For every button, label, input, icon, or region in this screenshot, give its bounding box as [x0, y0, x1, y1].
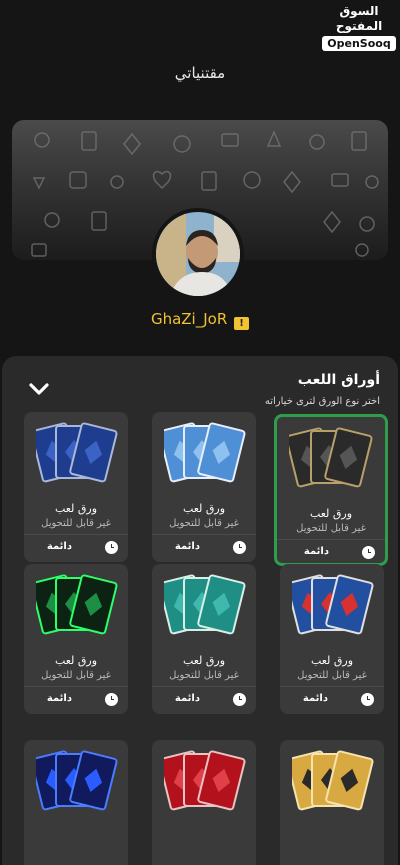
warning-icon: !: [234, 317, 250, 330]
card-item-teal[interactable]: ورق لعب غير قابل للتحويل دائمة: [152, 564, 256, 714]
card-name: ورق لعب: [182, 502, 226, 515]
clock-icon: [233, 693, 246, 706]
username: GhaZi_JoR: [150, 310, 228, 328]
card-transfer-note: غير قابل للتحويل: [41, 518, 111, 529]
card-deck-art: [164, 574, 246, 635]
clock-icon: [233, 541, 246, 554]
card-deck-art: [164, 750, 246, 811]
card-deck-art: [36, 750, 118, 811]
card-duration: دائمة: [46, 693, 72, 704]
card-duration: دائمة: [303, 546, 329, 557]
card-footer: دائمة: [277, 544, 385, 564]
card-footer: دائمة: [24, 539, 128, 559]
card-divider: [152, 534, 256, 535]
card-item-blue-red[interactable]: ورق لعب غير قابل للتحويل دائمة: [280, 564, 384, 714]
card-divider: [152, 686, 256, 687]
card-item-black[interactable]: ورق لعب غير قابل للتحويل دائمة: [274, 414, 388, 566]
card-deck-art: [292, 750, 374, 811]
card-item-light-blue[interactable]: ورق لعب غير قابل للتحويل دائمة: [152, 412, 256, 562]
clock-icon: [105, 541, 118, 554]
card-name: ورق لعب: [54, 502, 98, 515]
card-item-neon-blue[interactable]: [24, 740, 128, 865]
card-transfer-note: غير قابل للتحويل: [296, 523, 366, 534]
card-name: ورق لعب: [309, 507, 353, 520]
card-item-navy[interactable]: ورق لعب غير قابل للتحويل دائمة: [24, 412, 128, 562]
username-row: GhaZi_JoR !: [0, 310, 400, 330]
card-deck-art: [36, 574, 118, 635]
card-item-gold[interactable]: [280, 740, 384, 865]
card-duration: دائمة: [302, 693, 328, 704]
card-transfer-note: غير قابل للتحويل: [41, 670, 111, 681]
card-deck-art: [289, 427, 373, 488]
card-transfer-note: غير قابل للتحويل: [297, 670, 367, 681]
card-name: ورق لعب: [310, 654, 354, 667]
card-footer: دائمة: [152, 539, 256, 559]
card-name: ورق لعب: [54, 654, 98, 667]
playing-cards-sheet: أوراق اللعب اختر نوع الورق لترى خياراته …: [2, 356, 398, 865]
watermark-arabic: السوق المفتوح: [335, 4, 383, 33]
card-footer: دائمة: [152, 691, 256, 711]
card-item-red[interactable]: [152, 740, 256, 865]
card-deck-art: [164, 422, 246, 483]
card-transfer-note: غير قابل للتحويل: [169, 670, 239, 681]
clock-icon: [105, 693, 118, 706]
card-divider: [24, 534, 128, 535]
card-duration: دائمة: [174, 693, 200, 704]
card-deck-art: [292, 574, 374, 635]
card-duration: دائمة: [46, 541, 72, 552]
avatar[interactable]: [152, 208, 244, 300]
clock-icon: [361, 693, 374, 706]
card-divider: [277, 539, 385, 540]
avatar-photo: [156, 212, 240, 296]
card-transfer-note: غير قابل للتحويل: [169, 518, 239, 529]
card-divider: [280, 686, 384, 687]
card-deck-art: [36, 422, 118, 483]
clock-icon: [362, 546, 375, 559]
page-title: مقتنياتي: [174, 64, 226, 82]
opensooq-watermark: السوق المفتوح OpenSooq: [322, 4, 396, 51]
card-item-neon-green[interactable]: ورق لعب غير قابل للتحويل دائمة: [24, 564, 128, 714]
card-footer: دائمة: [24, 691, 128, 711]
card-footer: دائمة: [280, 691, 384, 711]
card-grid: ورق لعب غير قابل للتحويل دائمة ورق لعب غير ق…: [2, 356, 398, 865]
watermark-english: OpenSooq: [322, 36, 396, 51]
card-divider: [24, 686, 128, 687]
card-name: ورق لعب: [182, 654, 226, 667]
card-duration: دائمة: [174, 541, 200, 552]
